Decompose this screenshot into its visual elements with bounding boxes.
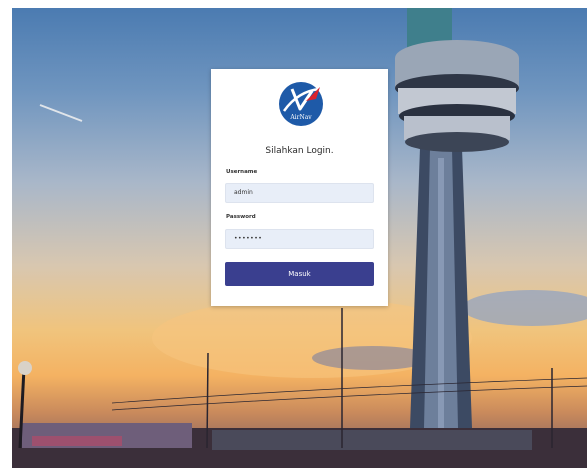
password-input[interactable]: ••••••• — [225, 229, 374, 249]
login-card: AirNav Silahkan Login. Username admin Pa… — [211, 69, 388, 306]
password-label: Password — [226, 214, 256, 220]
logo-text: AirNav — [289, 114, 312, 121]
login-submit-button[interactable]: Masuk — [225, 262, 374, 286]
username-label: Username — [226, 169, 258, 175]
page-title: Silahkan Login. — [265, 146, 334, 156]
airnav-logo: AirNav — [279, 82, 323, 126]
username-input[interactable]: admin — [225, 183, 374, 203]
